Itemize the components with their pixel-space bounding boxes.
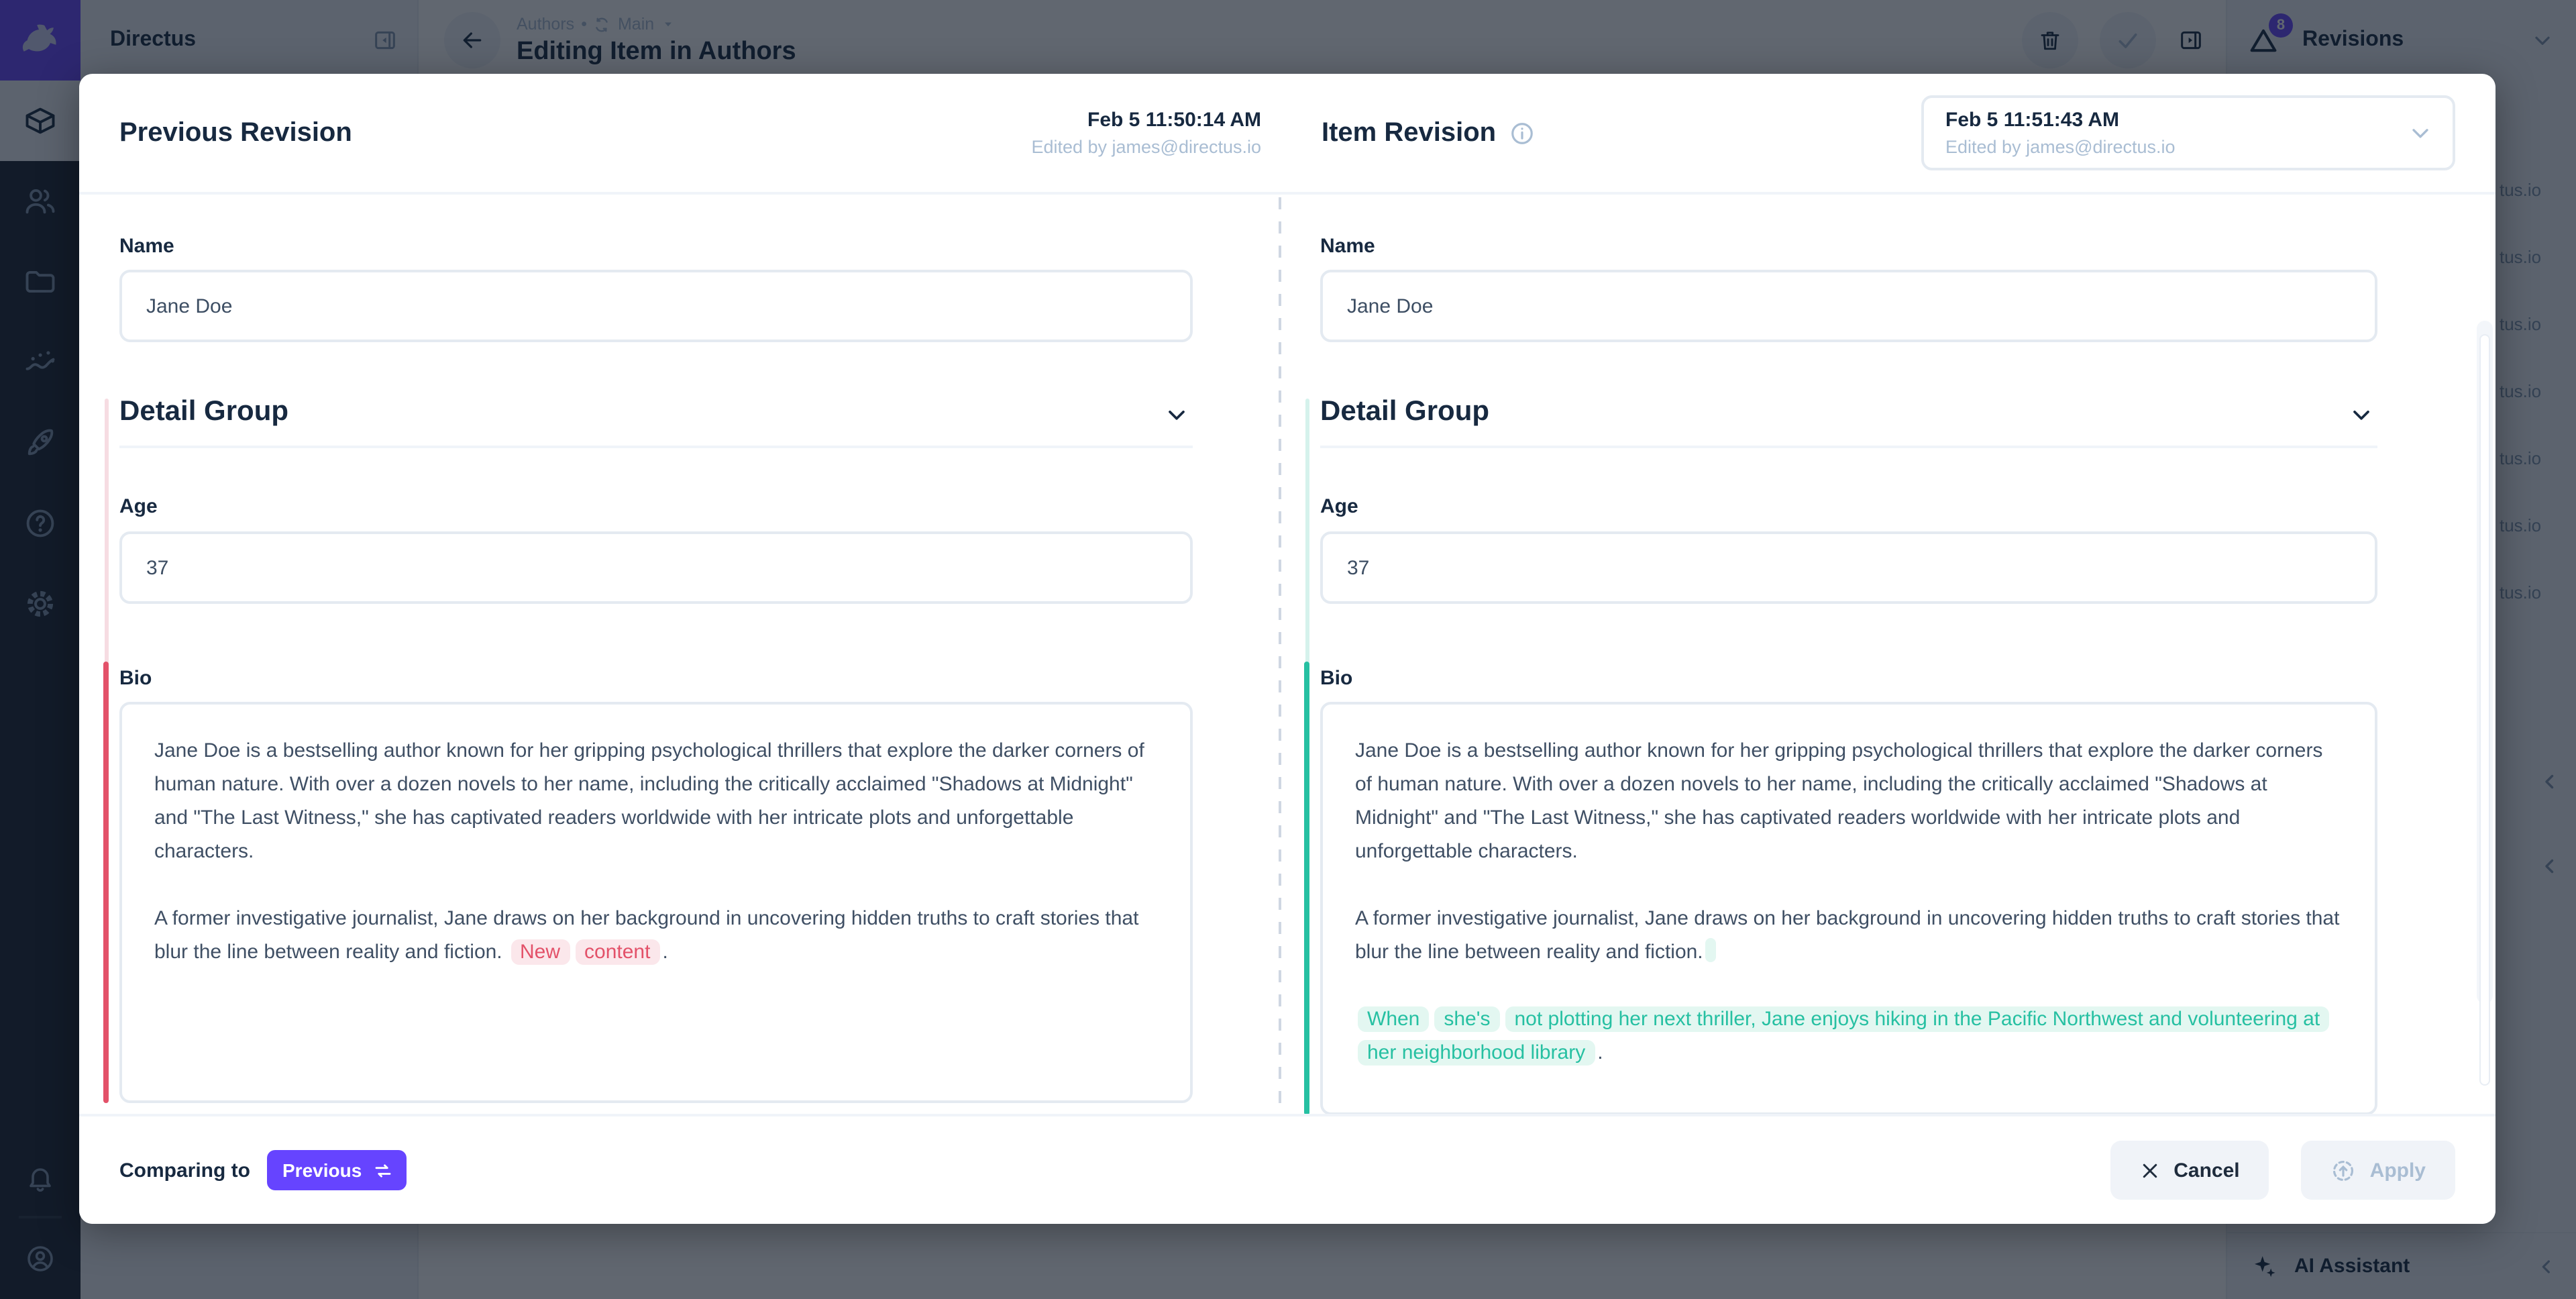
name-value: Jane Doe — [1347, 295, 1433, 317]
age-label: Age — [119, 495, 158, 518]
chevron-down-icon — [2407, 119, 2434, 146]
bio-paragraph-3: Whenshe'snot plotting her next thriller,… — [1355, 1002, 2343, 1070]
bio-removed-accent — [103, 662, 109, 1103]
added-word: When — [1358, 1006, 1429, 1032]
group-rule — [119, 446, 1193, 448]
modal-footer: Comparing to Previous Cancel Apply — [79, 1114, 2496, 1224]
age-input[interactable]: 37 — [1320, 531, 2377, 604]
bio-label: Bio — [1320, 667, 1352, 690]
compare-target-label: Previous — [282, 1159, 362, 1181]
chevron-down-icon[interactable] — [1163, 401, 1190, 428]
age-value: 37 — [1347, 556, 1369, 579]
swap-arrows-icon — [372, 1160, 392, 1180]
previous-revision-title: Previous Revision — [119, 117, 352, 148]
chevron-down-icon[interactable] — [2348, 401, 2375, 428]
modal-content: Name Jane Doe Detail Group Age 37 Bio Ja… — [79, 197, 2496, 1114]
group-rule — [1320, 446, 2377, 448]
previous-revision-timestamp: Feb 5 11:50:14 AM — [1031, 109, 1261, 132]
revision-select-timestamp: Feb 5 11:51:43 AM — [1945, 109, 2407, 132]
screen: Directus Authors • Main Editing Item in … — [0, 0, 2576, 1299]
bio-label: Bio — [119, 667, 152, 690]
previous-revision-header: Previous Revision Feb 5 11:50:14 AM Edit… — [79, 74, 1280, 192]
added-space-mark — [1706, 938, 1717, 962]
apply-button[interactable]: Apply — [2302, 1141, 2455, 1200]
revision-select-value: Feb 5 11:51:43 AM Edited by james@direct… — [1945, 109, 2407, 157]
removed-word: New — [511, 939, 570, 965]
cancel-label: Cancel — [2174, 1159, 2239, 1182]
item-revision-pane: Name Jane Doe Detail Group Age 37 Bio Ja… — [1281, 197, 2496, 1114]
name-value: Jane Doe — [146, 295, 232, 317]
bio-paragraph-2: A former investigative journalist, Jane … — [1355, 902, 2343, 969]
name-label: Name — [119, 235, 174, 258]
removed-suffix: . — [662, 941, 667, 964]
age-label: Age — [1320, 495, 1358, 518]
cancel-button[interactable]: Cancel — [2110, 1141, 2269, 1200]
apply-label: Apply — [2370, 1159, 2426, 1182]
revision-select[interactable]: Feb 5 11:51:43 AM Edited by james@direct… — [1921, 95, 2455, 170]
previous-revision-meta: Feb 5 11:50:14 AM Edited by james@direct… — [1031, 109, 1261, 157]
bio-textarea[interactable]: Jane Doe is a bestselling author known f… — [1320, 702, 2377, 1114]
apply-upload-icon — [2331, 1157, 2357, 1183]
added-word: she's — [1434, 1006, 1499, 1032]
name-label: Name — [1320, 235, 1375, 258]
added-segment: not plotting her next thriller, Jane enj… — [1358, 1006, 2329, 1066]
modal-scrollbar-track[interactable] — [2477, 321, 2493, 1004]
item-revision-header: Item Revision Feb 5 11:51:43 AM Edited b… — [1280, 74, 2496, 192]
age-input[interactable]: 37 — [119, 531, 1193, 604]
bio-paragraph-1: Jane Doe is a bestselling author known f… — [1355, 734, 2343, 868]
previous-revision-pane: Name Jane Doe Detail Group Age 37 Bio Ja… — [79, 197, 1279, 1114]
info-icon — [1509, 120, 1535, 146]
previous-revision-edited-by: Edited by james@directus.io — [1031, 137, 1261, 157]
revision-compare-modal: Previous Revision Feb 5 11:50:14 AM Edit… — [79, 74, 2496, 1224]
compare-target-button[interactable]: Previous — [266, 1150, 406, 1190]
age-value: 37 — [146, 556, 168, 579]
removed-word: content — [575, 939, 659, 965]
bio-paragraph-1: Jane Doe is a bestselling author known f… — [154, 734, 1158, 868]
name-input[interactable]: Jane Doe — [119, 270, 1193, 342]
bio-paragraph-2-text: A former investigative journalist, Jane … — [1355, 907, 2339, 964]
revision-select-edited-by: Edited by james@directus.io — [1945, 137, 2407, 157]
item-revision-title: Item Revision — [1322, 117, 1496, 148]
name-input[interactable]: Jane Doe — [1320, 270, 2377, 342]
bio-paragraph-2: A former investigative journalist, Jane … — [154, 902, 1158, 969]
detail-group-title: Detail Group — [119, 396, 288, 428]
bio-textarea[interactable]: Jane Doe is a bestselling author known f… — [119, 702, 1193, 1103]
close-x-icon — [2140, 1160, 2160, 1180]
bio-added-accent — [1304, 662, 1309, 1114]
comparing-to-label: Comparing to — [119, 1159, 250, 1182]
modal-header: Previous Revision Feb 5 11:50:14 AM Edit… — [79, 74, 2496, 195]
detail-group-title: Detail Group — [1320, 396, 1489, 428]
modal-scrollbar-thumb[interactable] — [2479, 334, 2490, 1086]
added-suffix: . — [1597, 1041, 1603, 1064]
